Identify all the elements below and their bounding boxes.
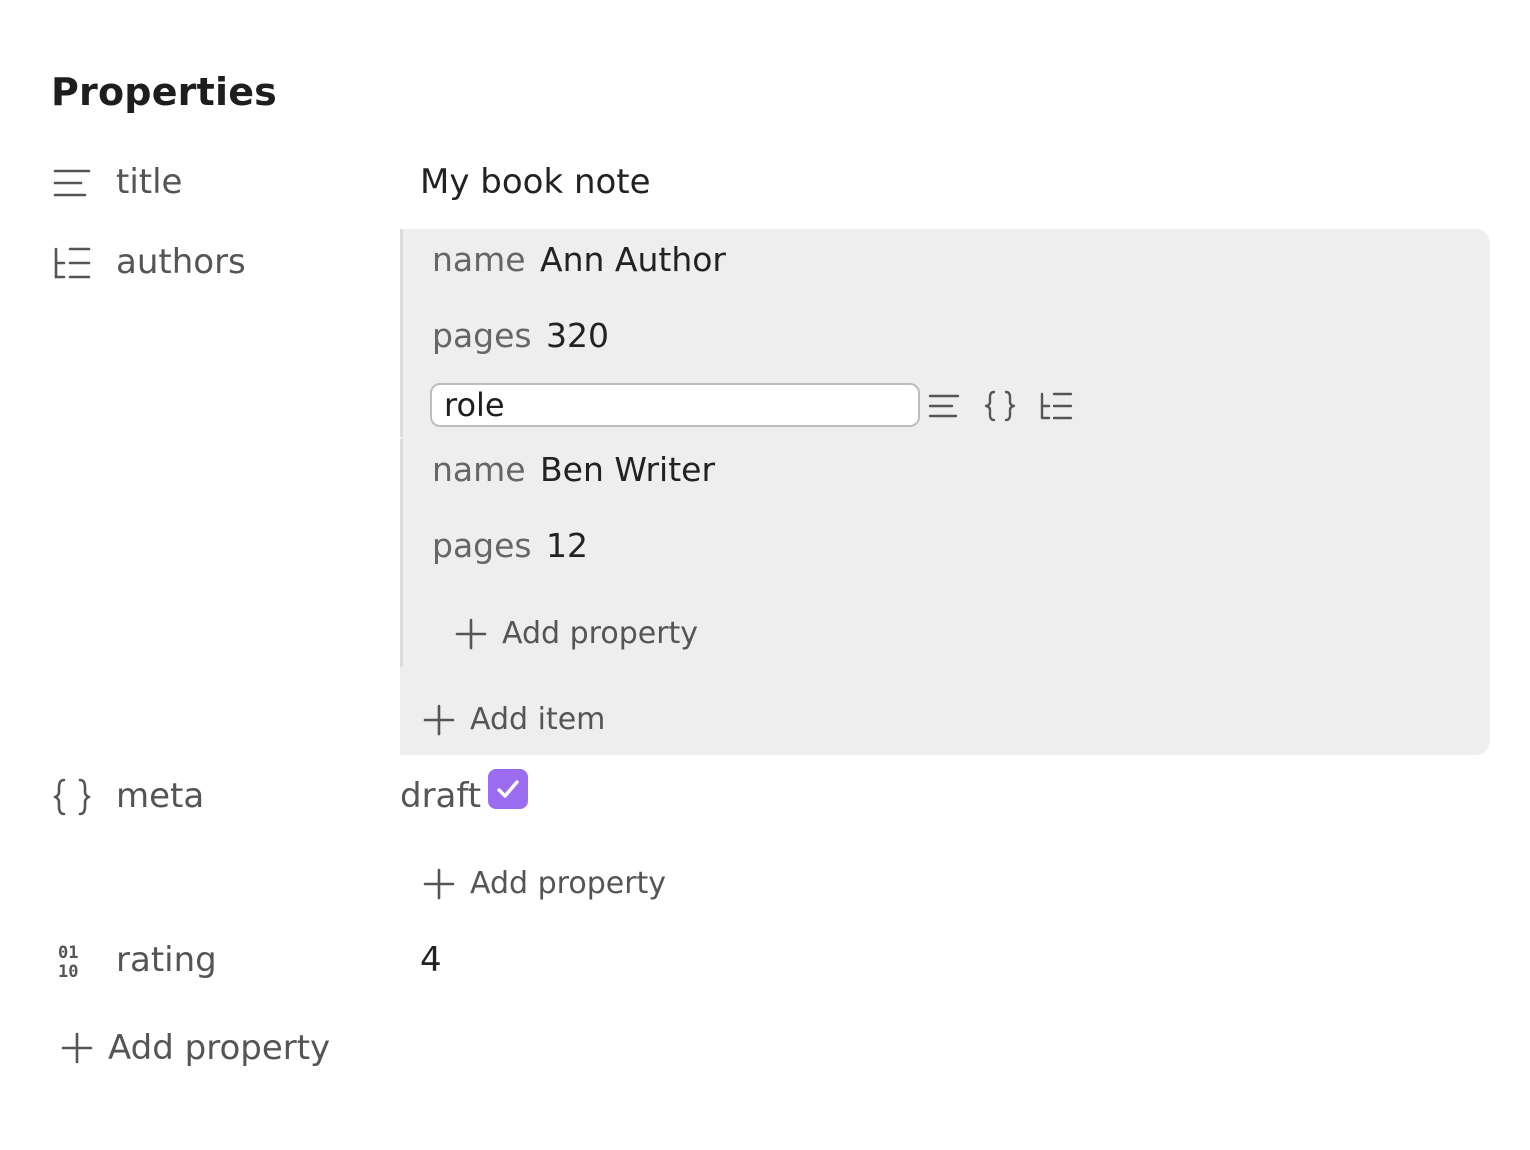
field-value-name[interactable]: Ann Author	[540, 240, 726, 279]
svg-text:10: 10	[58, 962, 78, 981]
new-property-name-input[interactable]	[430, 383, 920, 427]
braces-icon	[52, 777, 92, 817]
field-key-pages[interactable]: pages	[432, 316, 532, 355]
type-text-button[interactable]	[926, 388, 962, 424]
authors-list-panel	[400, 229, 1490, 755]
add-property-button[interactable]: Add property	[60, 1028, 330, 1068]
type-list-button[interactable]	[1038, 388, 1074, 424]
field-value-pages[interactable]: 12	[546, 526, 588, 565]
property-value-rating[interactable]: 4	[420, 940, 442, 980]
list-item-bar	[400, 229, 403, 437]
list-item-bar	[400, 439, 403, 667]
add-property-button-meta[interactable]: Add property	[422, 866, 666, 901]
field-value-name[interactable]: Ben Writer	[540, 450, 715, 489]
text-lines-icon	[52, 163, 92, 203]
draft-checkbox[interactable]	[488, 769, 528, 809]
binary-number-icon: 01 10	[52, 941, 92, 981]
property-key-title[interactable]: title	[116, 162, 182, 202]
checkmark-icon	[497, 780, 519, 798]
plus-icon	[422, 703, 456, 737]
add-property-label: Add property	[108, 1028, 331, 1068]
add-property-label: Add property	[470, 866, 667, 901]
list-tree-icon	[52, 243, 92, 283]
field-value-pages[interactable]: 320	[546, 316, 609, 355]
plus-icon	[60, 1031, 94, 1065]
property-key-rating[interactable]: rating	[116, 940, 217, 980]
field-key-pages[interactable]: pages	[432, 526, 532, 565]
plus-icon	[454, 617, 488, 651]
add-property-button-item[interactable]: Add property	[454, 616, 698, 651]
field-key-draft[interactable]: draft	[400, 776, 481, 816]
property-value-title[interactable]: My book note	[420, 162, 651, 202]
property-key-authors[interactable]: authors	[116, 242, 246, 282]
add-property-label: Add property	[502, 616, 699, 651]
plus-icon	[422, 867, 456, 901]
add-item-label: Add item	[470, 702, 606, 737]
svg-text:01: 01	[58, 943, 78, 963]
page-title: Properties	[51, 70, 277, 114]
field-key-name[interactable]: name	[432, 240, 526, 279]
property-key-meta[interactable]: meta	[116, 776, 204, 816]
field-key-name[interactable]: name	[432, 450, 526, 489]
type-object-button[interactable]	[982, 388, 1018, 424]
add-item-button[interactable]: Add item	[422, 702, 605, 737]
